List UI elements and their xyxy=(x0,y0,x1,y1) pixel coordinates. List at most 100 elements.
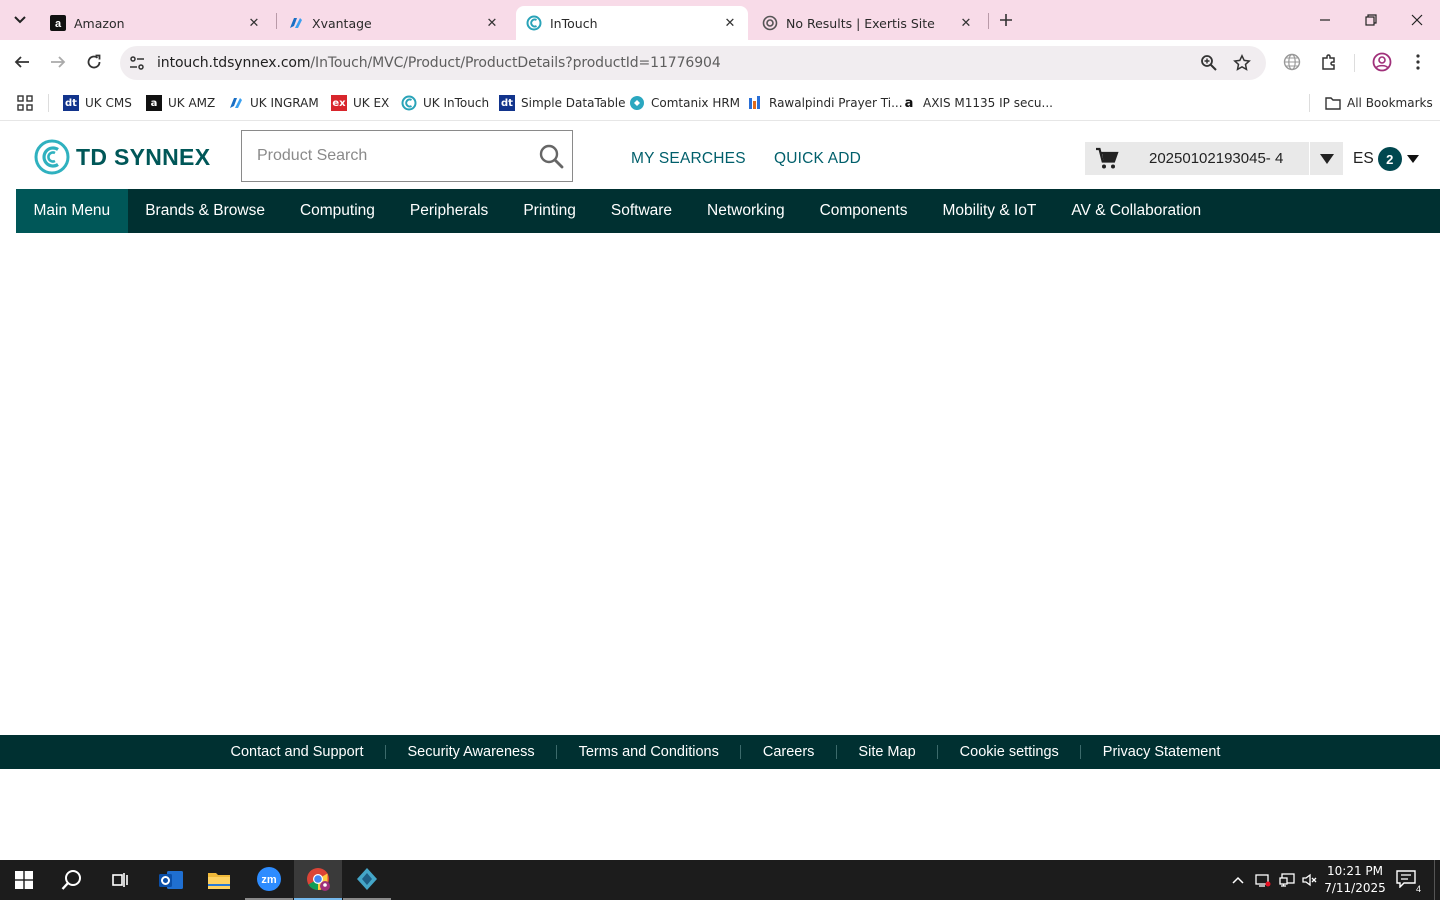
folder-icon xyxy=(1325,95,1341,111)
tab-divider xyxy=(276,13,277,29)
footer-link-privacy[interactable]: Privacy Statement xyxy=(1081,744,1242,760)
show-hidden-icons-button[interactable] xyxy=(1229,871,1247,889)
tab-amazon[interactable]: a Amazon ✕ xyxy=(40,6,272,40)
star-icon[interactable] xyxy=(1233,54,1251,72)
menu-kebab-icon[interactable] xyxy=(1408,52,1428,72)
task-view-button[interactable] xyxy=(96,860,144,900)
apps-grid-icon xyxy=(17,95,33,111)
clock-date: 7/11/2025 xyxy=(1324,881,1386,895)
nav-peripherals[interactable]: Peripherals xyxy=(392,189,505,233)
bookmark-simple-datatable[interactable]: dt Simple DataTable xyxy=(499,92,625,114)
site-info-icon[interactable] xyxy=(128,54,146,72)
bookmark-uk-amz[interactable]: a UK AMZ xyxy=(146,92,215,114)
nav-mobility-iot[interactable]: Mobility & IoT xyxy=(925,189,1054,233)
exertis-icon xyxy=(762,15,778,31)
footer-link-contact-support[interactable]: Contact and Support xyxy=(209,744,385,760)
volume-muted-icon[interactable] xyxy=(1301,871,1319,889)
tab-title: Amazon xyxy=(74,15,125,31)
bookmark-label: UK EX xyxy=(353,96,390,110)
footer-link-site-map[interactable]: Site Map xyxy=(837,744,937,760)
restore-button[interactable] xyxy=(1359,8,1383,32)
close-window-button[interactable] xyxy=(1405,8,1429,32)
taskbar-search-button[interactable] xyxy=(48,860,96,900)
back-button[interactable] xyxy=(9,49,35,75)
tab-intouch[interactable]: InTouch ✕ xyxy=(516,6,748,40)
xvantage-icon xyxy=(288,15,304,31)
nav-software[interactable]: Software xyxy=(593,189,689,233)
product-search-input[interactable] xyxy=(242,131,532,181)
start-button[interactable] xyxy=(0,860,48,900)
system-clock[interactable]: 10:21 PM 7/11/2025 xyxy=(1322,863,1388,897)
meet-now-icon[interactable] xyxy=(1254,871,1272,889)
amazon-icon: a xyxy=(50,15,66,31)
bookmark-label: UK CMS xyxy=(85,96,132,110)
tab-xvantage[interactable]: Xvantage ✕ xyxy=(278,6,510,40)
new-tab-button[interactable] xyxy=(994,8,1018,32)
close-icon[interactable]: ✕ xyxy=(958,15,974,31)
nav-computing[interactable]: Computing xyxy=(282,189,392,233)
nav-components[interactable]: Components xyxy=(802,189,925,233)
chevron-down-icon xyxy=(14,16,26,24)
close-icon[interactable]: ✕ xyxy=(722,15,738,31)
bookmark-label: Rawalpindi Prayer Ti... xyxy=(769,96,903,110)
svg-text:a: a xyxy=(55,18,62,30)
bookmark-prayer-times[interactable]: Rawalpindi Prayer Ti... xyxy=(747,92,903,114)
nav-brands-browse[interactable]: Brands & Browse xyxy=(128,189,283,233)
quick-add-link[interactable]: QUICK ADD xyxy=(774,150,861,168)
footer-link-cookie-settings[interactable]: Cookie settings xyxy=(938,744,1080,760)
taskbar-outlook[interactable] xyxy=(147,860,195,900)
arrow-left-icon xyxy=(14,56,29,68)
taskbar-chrome[interactable] xyxy=(294,860,342,900)
taskbar-file-explorer[interactable] xyxy=(195,860,243,900)
amazon-icon: a xyxy=(146,95,162,111)
forward-button[interactable] xyxy=(45,49,71,75)
taskbar-zoom[interactable]: zm xyxy=(245,860,293,900)
minimize-button[interactable] xyxy=(1313,8,1337,32)
nav-printing[interactable]: Printing xyxy=(506,189,594,233)
bookmark-uk-cms[interactable]: dt UK CMS xyxy=(63,92,132,114)
bookmark-label: UK InTouch xyxy=(423,96,490,110)
nav-networking[interactable]: Networking xyxy=(690,189,803,233)
user-initials: ES xyxy=(1353,150,1374,167)
browser-tab-bar: a Amazon ✕ Xvantage ✕ InTouch ✕ No Resul… xyxy=(0,0,1440,40)
apps-button[interactable] xyxy=(17,92,33,114)
profile-icon[interactable] xyxy=(1372,52,1392,72)
amazon-icon: a xyxy=(904,95,914,111)
cart-dropdown-button[interactable] xyxy=(1309,142,1343,175)
bookmark-comtanix-hrm[interactable]: Comtanix HRM xyxy=(629,92,740,114)
nav-main-menu[interactable]: Main Menu xyxy=(16,189,128,233)
bookmark-uk-ingram[interactable]: UK INGRAM xyxy=(228,92,319,114)
main-navigation: Main Menu Brands & Browse Computing Peri… xyxy=(16,189,1440,233)
site-footer: Contact and Support Security Awareness T… xyxy=(0,735,1440,769)
windows-icon xyxy=(15,871,33,889)
zoom-icon: zm xyxy=(257,867,281,891)
nav-av-collaboration[interactable]: AV & Collaboration xyxy=(1054,189,1219,233)
show-desktop-button[interactable] xyxy=(1434,860,1440,900)
url-text[interactable]: intouch.tdsynnex.com/InTouch/MVC/Product… xyxy=(157,55,721,71)
bookmark-uk-ex[interactable]: ex UK EX xyxy=(331,92,389,114)
search-icon[interactable] xyxy=(538,143,564,169)
translate-icon[interactable] xyxy=(1282,52,1302,72)
footer-link-security-awareness[interactable]: Security Awareness xyxy=(386,744,556,760)
user-menu[interactable]: ES 2 xyxy=(1353,147,1420,171)
address-bar[interactable]: intouch.tdsynnex.com/InTouch/MVC/Product… xyxy=(120,46,1266,80)
footer-link-careers[interactable]: Careers xyxy=(741,744,836,760)
my-searches-link[interactable]: MY SEARCHES xyxy=(631,150,746,168)
comtanix-icon xyxy=(629,95,645,111)
td-synnex-logo[interactable]: TD SYNNEX xyxy=(34,139,210,175)
zoom-icon[interactable] xyxy=(1200,54,1218,72)
reload-button[interactable] xyxy=(81,49,107,75)
taskbar-app[interactable] xyxy=(343,860,391,900)
network-icon[interactable] xyxy=(1278,871,1296,889)
cart-selector[interactable]: 20250102193045- 4 xyxy=(1085,142,1343,175)
bookmark-axis-m1135[interactable]: a AXIS M1135 IP secu... xyxy=(901,92,1053,114)
tab-search-button[interactable] xyxy=(6,6,34,34)
bookmark-uk-intouch[interactable]: UK InTouch xyxy=(401,92,489,114)
close-icon[interactable]: ✕ xyxy=(246,15,262,31)
action-center-button[interactable]: 4 xyxy=(1396,870,1422,894)
footer-link-terms[interactable]: Terms and Conditions xyxy=(557,744,740,760)
all-bookmarks-button[interactable]: All Bookmarks xyxy=(1325,92,1433,114)
extensions-icon[interactable] xyxy=(1319,52,1339,72)
tab-exertis[interactable]: No Results | Exertis Site ✕ xyxy=(752,6,984,40)
close-icon[interactable]: ✕ xyxy=(484,15,500,31)
